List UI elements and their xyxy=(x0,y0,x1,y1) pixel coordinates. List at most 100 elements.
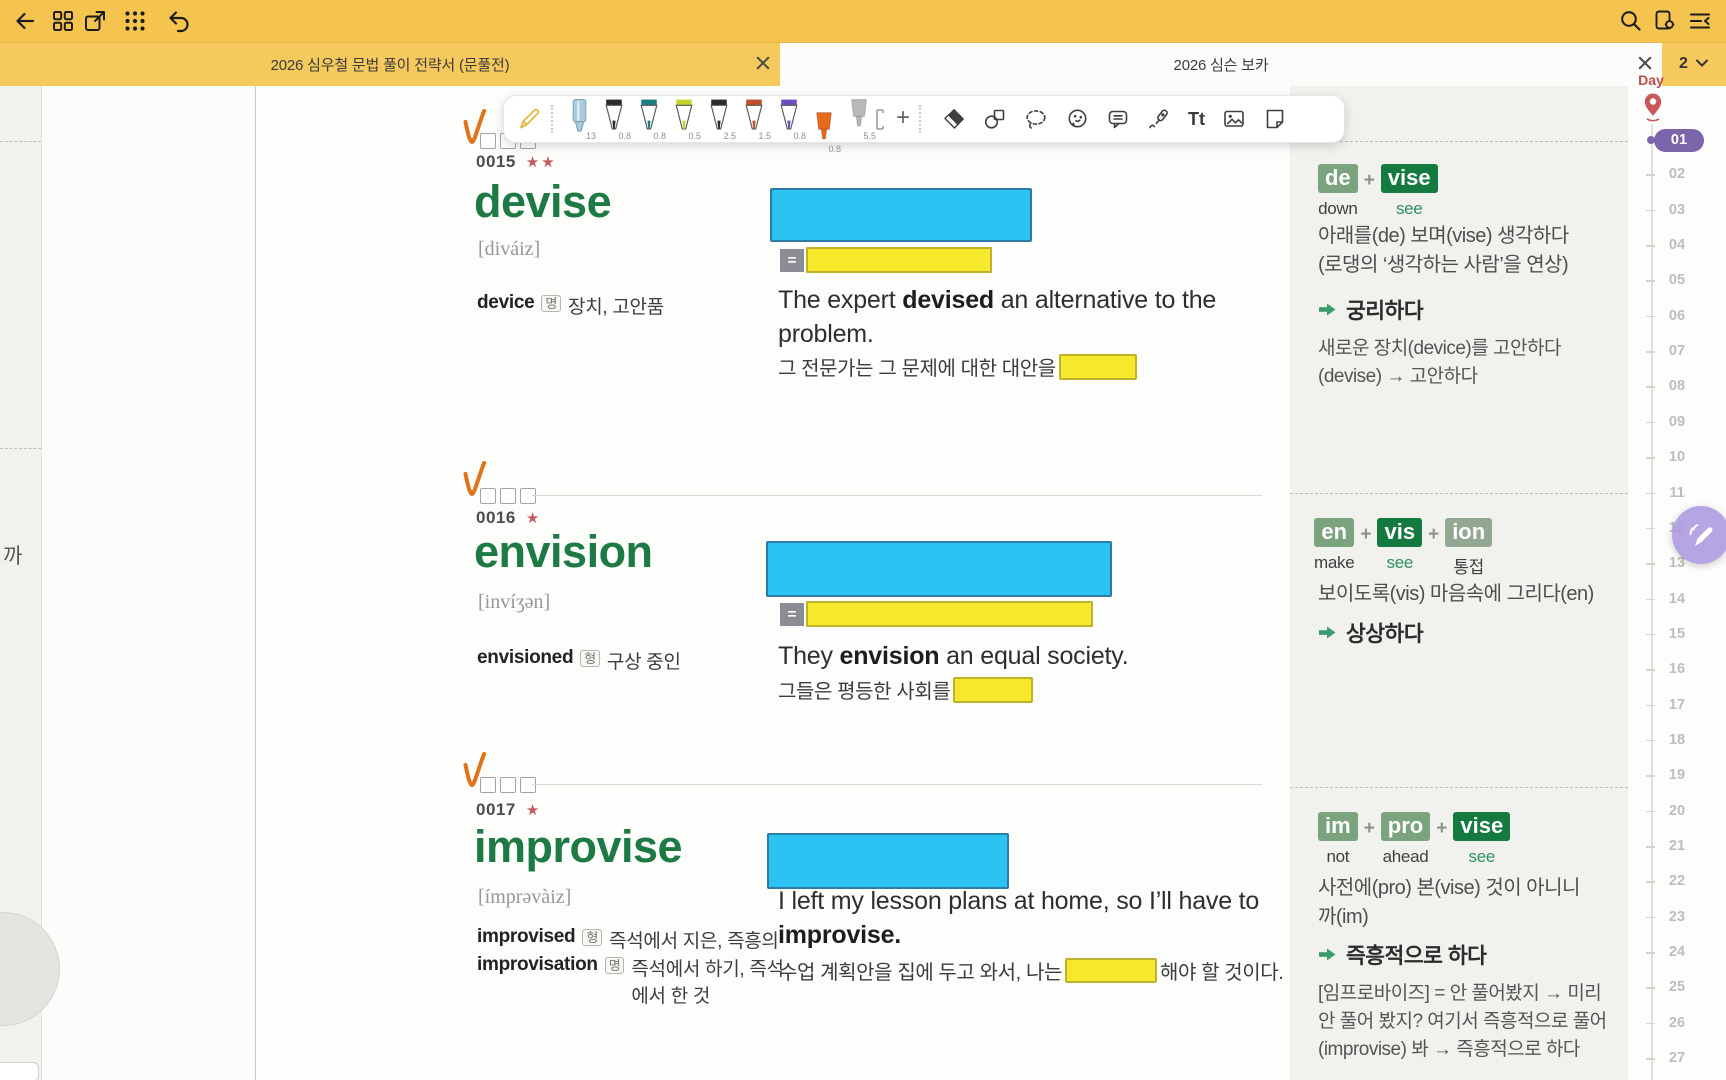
pen-tool-1[interactable]: 13 xyxy=(564,98,596,144)
answer-cover-highlight[interactable] xyxy=(770,188,1032,242)
sidebar-toggle-icon[interactable] xyxy=(1687,8,1713,34)
pen-tool-8-selected[interactable]: 0.8 xyxy=(809,111,841,157)
word-part-col: ion 통접 xyxy=(1445,518,1493,578)
lasso-icon[interactable] xyxy=(1024,107,1048,131)
sticker-icon[interactable] xyxy=(1065,107,1089,131)
eraser-icon[interactable] xyxy=(942,107,966,131)
part-gloss: make xyxy=(1314,553,1355,573)
day-item-03[interactable]: 03 xyxy=(1660,202,1694,218)
word-part: pro xyxy=(1380,812,1431,842)
pen-tool-6[interactable]: 1.5 xyxy=(739,98,771,144)
text-icon[interactable]: Tt xyxy=(1188,107,1205,131)
day-item-01-active[interactable]: 01 xyxy=(1654,128,1704,152)
day-item-17[interactable]: 17 xyxy=(1660,697,1694,713)
day-tick xyxy=(1646,315,1655,318)
day-item-09[interactable]: 09 xyxy=(1660,414,1694,430)
tab-title: 2026 심우철 문법 풀이 전략서 (문풀전) xyxy=(270,56,510,74)
sentence-text: an equal society. xyxy=(939,642,1129,670)
day-tick xyxy=(1646,209,1655,212)
word-part: vise xyxy=(1380,164,1438,194)
comment-icon[interactable] xyxy=(1106,107,1130,131)
day-item-23[interactable]: 23 xyxy=(1660,909,1694,925)
laser-pen-icon[interactable] xyxy=(1147,107,1171,131)
tab-vocab-book-active[interactable]: 2026 심슨 보카 xyxy=(780,42,1662,86)
synonym-highlight-row[interactable]: = xyxy=(780,601,1093,627)
document-settings-icon[interactable] xyxy=(1652,8,1678,34)
pen-tool-2[interactable]: 0.8 xyxy=(599,98,631,144)
shapes-icon[interactable] xyxy=(983,107,1007,131)
synonym-highlight-row[interactable]: = xyxy=(780,247,992,273)
export-icon[interactable] xyxy=(82,8,108,34)
undo-icon[interactable] xyxy=(166,8,192,34)
pen-toolbar: 13 0.8 0.8 0.5 2.5 1.5 0.8 0.8 5.5 + Tt xyxy=(503,95,1345,154)
pen-tool-4[interactable]: 0.5 xyxy=(669,98,701,144)
answer-cover-highlight[interactable] xyxy=(766,541,1112,597)
add-pen-button[interactable]: + xyxy=(896,106,910,130)
image-icon[interactable] xyxy=(1222,107,1246,131)
tab-grammar-book[interactable]: 2026 심우철 문법 풀이 전략서 (문풀전) xyxy=(0,42,781,86)
day-item-08[interactable]: 08 xyxy=(1660,378,1694,394)
handwritten-checkmark[interactable] xyxy=(458,460,494,507)
grid-icon[interactable] xyxy=(50,8,76,34)
handwritten-checkmark[interactable] xyxy=(458,751,494,798)
plus-sign: + xyxy=(1363,818,1375,839)
day-item-10[interactable]: 10 xyxy=(1660,449,1694,465)
derived-meaning: 즉석에서 지은, 즉흥의 xyxy=(609,931,779,952)
meaning-result: 궁리하다 xyxy=(1346,299,1424,323)
derived-word-row: envisioned 형 구상 중인 xyxy=(477,647,681,674)
derived-word: envisioned xyxy=(477,647,574,668)
toolbar-divider xyxy=(551,105,553,133)
pen-tool-5[interactable]: 2.5 xyxy=(704,98,736,144)
day-item-19[interactable]: 19 xyxy=(1660,767,1694,783)
back-icon[interactable] xyxy=(12,8,38,34)
day-item-02[interactable]: 02 xyxy=(1660,166,1694,182)
hidden-answer-highlight[interactable] xyxy=(1064,958,1157,983)
day-item-04[interactable]: 04 xyxy=(1660,237,1694,253)
tab-title: 2026 심슨 보카 xyxy=(1173,56,1269,74)
day-item-24[interactable]: 24 xyxy=(1660,944,1694,960)
meaning-result-row: 즉흥적으로 하다 xyxy=(1318,939,1487,970)
part-gloss: see xyxy=(1468,847,1496,867)
day-item-20[interactable]: 20 xyxy=(1660,803,1694,819)
day-item-05[interactable]: 05 xyxy=(1660,272,1694,288)
answer-cover-highlight[interactable] xyxy=(767,833,1009,889)
day-item-21[interactable]: 21 xyxy=(1660,838,1694,854)
day-item-15[interactable]: 15 xyxy=(1660,626,1694,642)
day-item-18[interactable]: 18 xyxy=(1660,732,1694,748)
arrow-right-icon xyxy=(1319,303,1336,316)
day-item-26[interactable]: 26 xyxy=(1660,1015,1694,1031)
pen-tool-9[interactable]: 5.5 xyxy=(844,98,876,144)
apps-grid-icon[interactable] xyxy=(122,8,148,34)
meaning-result-row: 궁리하다 xyxy=(1318,294,1424,325)
day-item-14[interactable]: 14 xyxy=(1660,591,1694,607)
tab-close-icon[interactable] xyxy=(1638,56,1654,72)
search-icon[interactable] xyxy=(1618,8,1644,34)
pen-tool-7[interactable]: 0.8 xyxy=(774,98,806,144)
day-item-25[interactable]: 25 xyxy=(1660,979,1694,995)
pencil-icon[interactable] xyxy=(516,106,542,132)
tab-count-dropdown[interactable]: 2 xyxy=(1662,42,1726,86)
app-window: 2026 심우철 문법 풀이 전략서 (문풀전) 2026 심슨 보카 2 까 xyxy=(0,0,1726,1080)
day-item-11[interactable]: 11 xyxy=(1660,485,1694,501)
day-item-22[interactable]: 22 xyxy=(1660,873,1694,889)
hidden-answer-highlight[interactable] xyxy=(1058,353,1137,380)
hidden-answer-highlight[interactable] xyxy=(953,676,1034,703)
yellow-highlight xyxy=(806,247,992,273)
page-corner-icon[interactable] xyxy=(1263,107,1287,131)
word-parts-row: im not + pro ahead + vise see xyxy=(1318,812,1511,867)
day-item-16[interactable]: 16 xyxy=(1660,661,1694,677)
handwritten-checkmark[interactable] xyxy=(458,108,494,155)
day-item-06[interactable]: 06 xyxy=(1660,308,1694,324)
day-list: 0102030405060708091011121314151617181920… xyxy=(1640,86,1726,1080)
chevron-down-icon xyxy=(1695,55,1709,73)
derived-word: improvised xyxy=(477,926,576,947)
day-item-27[interactable]: 27 xyxy=(1660,1050,1694,1066)
explanation-line: 보이도록(vis) 마음속에 그리다(en) xyxy=(1318,583,1594,605)
tab-close-icon[interactable] xyxy=(756,56,772,72)
scribble-fab-button[interactable] xyxy=(1672,506,1726,564)
sentence-keyword: devised xyxy=(902,286,994,314)
plus-sign: + xyxy=(1436,818,1448,839)
translation-row: 그 전문가는 그 문제에 대한 대안을 xyxy=(778,352,1140,381)
pen-tool-3[interactable]: 0.8 xyxy=(634,98,666,144)
day-item-07[interactable]: 07 xyxy=(1660,343,1694,359)
